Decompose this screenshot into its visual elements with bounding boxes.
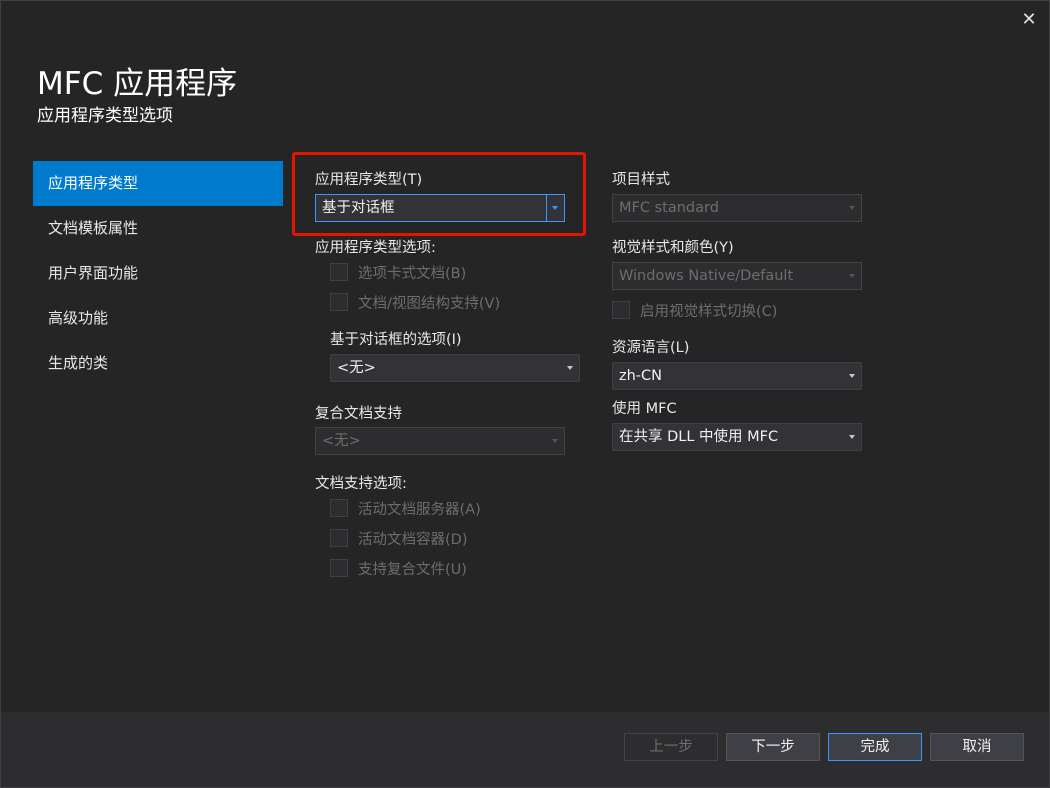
checkbox-label: 活动文档服务器(A) [358,501,481,518]
checkbox-label: 活动文档容器(D) [358,531,468,548]
compound-doc-label: 复合文档支持 [315,406,402,422]
checkbox-box[interactable] [330,529,348,547]
chevron-down-icon [546,428,564,454]
page-title: MFC 应用程序 [37,66,238,102]
close-icon[interactable]: ✕ [1019,10,1039,30]
sidebar-item-advanced[interactable]: 高级功能 [33,296,283,341]
checkbox-box[interactable] [330,499,348,517]
dialog-options-value: <无> [337,360,376,376]
visual-style-label: 视觉样式和颜色(Y) [612,240,734,256]
active-doc-container-checkbox[interactable]: 活动文档容器(D) [330,528,467,548]
dialog-options-label: 基于对话框的选项(I) [330,332,462,348]
red-highlight-box [292,152,586,236]
chevron-down-icon[interactable] [843,424,861,450]
resource-lang-value: zh-CN [619,368,663,384]
page-subtitle: 应用程序类型选项 [37,106,173,126]
sidebar-item-generated-classes[interactable]: 生成的类 [33,341,283,386]
checkbox-box[interactable] [612,301,630,319]
project-style-select[interactable]: MFC standard [612,194,862,222]
next-button[interactable]: 下一步 [726,733,820,761]
use-mfc-value: 在共享 DLL 中使用 MFC [619,429,779,445]
checkbox-label: 启用视觉样式切换(C) [640,303,778,320]
checkbox-box[interactable] [330,263,348,281]
resource-lang-select[interactable]: zh-CN [612,362,862,390]
checkbox-box[interactable] [330,293,348,311]
use-mfc-label: 使用 MFC [612,401,677,417]
visual-style-value: Windows Native/Default [619,268,794,284]
checkbox-label: 文档/视图结构支持(V) [358,295,501,312]
prev-button[interactable]: 上一步 [624,733,718,761]
resource-lang-label: 资源语言(L) [612,340,690,356]
cancel-button[interactable]: 取消 [930,733,1024,761]
dialog-options-select[interactable]: <无> [330,354,580,382]
sidebar-item-ui-features[interactable]: 用户界面功能 [33,251,283,296]
compound-doc-select[interactable]: <无> [315,427,565,455]
project-style-value: MFC standard [619,200,719,216]
sidebar-nav: 应用程序类型 文档模板属性 用户界面功能 高级功能 生成的类 [33,161,283,386]
tabbed-docs-checkbox[interactable]: 选项卡式文档(B) [330,262,466,282]
doc-support-label: 文档支持选项: [315,476,407,492]
chevron-down-icon [843,195,861,221]
doc-view-checkbox[interactable]: 文档/视图结构支持(V) [330,292,500,312]
app-type-options-label: 应用程序类型选项: [315,240,436,256]
checkbox-label: 选项卡式文档(B) [358,265,467,282]
compound-files-checkbox[interactable]: 支持复合文件(U) [330,558,467,578]
chevron-down-icon [843,263,861,289]
compound-doc-value: <无> [322,433,361,449]
use-mfc-select[interactable]: 在共享 DLL 中使用 MFC [612,423,862,451]
chevron-down-icon[interactable] [843,363,861,389]
project-style-label: 项目样式 [612,172,670,188]
checkbox-box[interactable] [330,559,348,577]
chevron-down-icon[interactable] [561,355,579,381]
sidebar-item-doc-template[interactable]: 文档模板属性 [33,206,283,251]
checkbox-label: 支持复合文件(U) [358,561,467,578]
finish-button[interactable]: 完成 [828,733,922,761]
active-doc-server-checkbox[interactable]: 活动文档服务器(A) [330,498,481,518]
visual-style-switch-checkbox[interactable]: 启用视觉样式切换(C) [612,300,777,320]
sidebar-item-app-type[interactable]: 应用程序类型 [33,161,283,206]
visual-style-select[interactable]: Windows Native/Default [612,262,862,290]
